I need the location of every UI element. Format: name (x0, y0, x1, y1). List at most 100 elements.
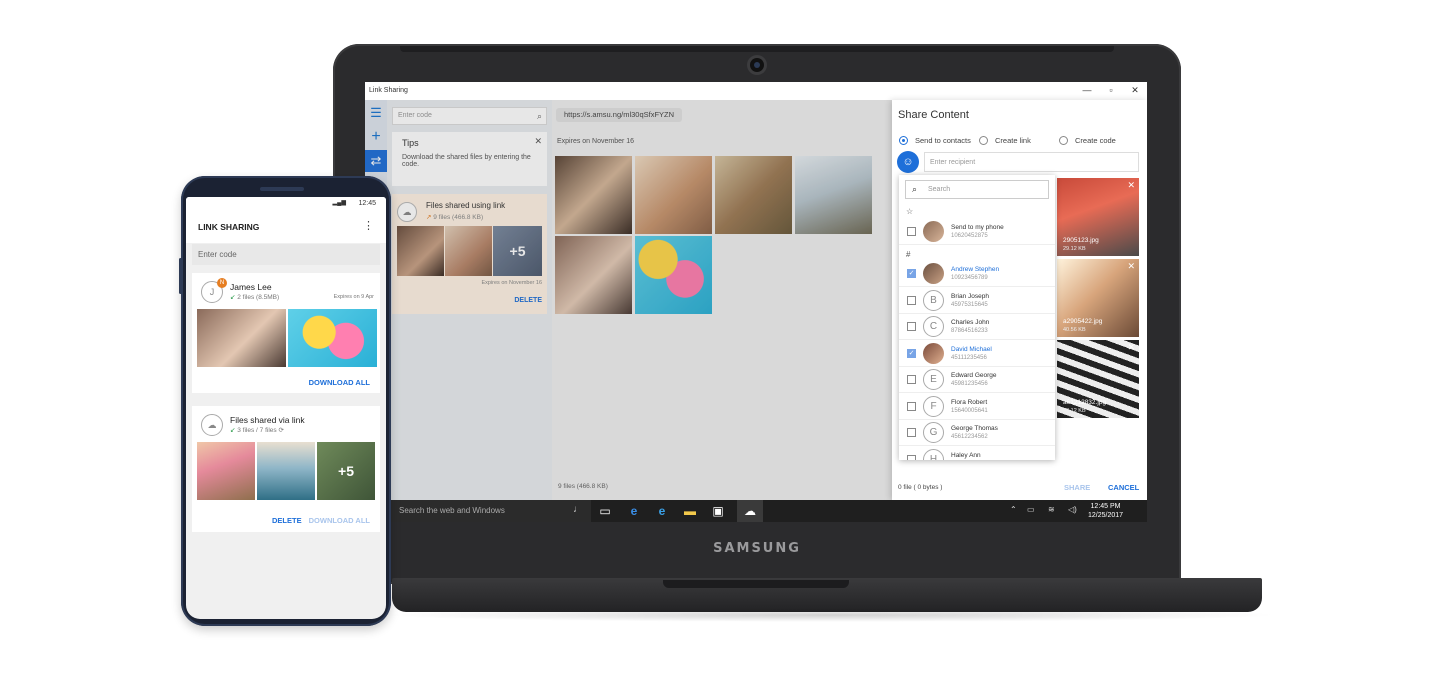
lid-hinge (400, 46, 1114, 52)
photo-thumb[interactable] (288, 309, 377, 367)
radio[interactable] (1059, 136, 1068, 145)
option-send-to-contacts[interactable]: Send to contacts (899, 136, 971, 145)
sender-name: James Lee (230, 282, 272, 292)
avatar (923, 263, 944, 284)
contact-checkbox[interactable]: ✓ (907, 348, 916, 358)
add-contact-icon[interactable]: ☺ (897, 151, 919, 173)
received-expires: Expires on 9 Apr (333, 294, 374, 300)
remove-file-icon[interactable]: ✕ (1127, 261, 1135, 272)
phone-app-title: LINK SHARING (198, 222, 260, 232)
delete-button[interactable]: DELETE (272, 516, 302, 525)
internet-explorer-icon[interactable]: e (654, 503, 670, 519)
share-panel-title: Share Content (898, 109, 969, 121)
contact-name: George Thomas (951, 425, 998, 432)
microphone-icon[interactable]: ♩ (573, 504, 583, 515)
avatar: C (923, 316, 944, 337)
photo-thumb[interactable] (257, 442, 315, 500)
contact-checkbox[interactable] (907, 454, 916, 460)
sent-card[interactable]: ☁ Files shared via link ↙ 3 files / 7 fi… (192, 406, 380, 532)
wifi-icon[interactable]: ≋ (1048, 505, 1055, 514)
contact-number: 15640005641 (951, 407, 988, 414)
contact-row[interactable]: E Edward George 45981235456 (899, 367, 1055, 393)
selected-file[interactable]: ✕ a2905422.jpg 40.56 KB (1057, 259, 1139, 337)
contact-name: Brian Joseph (951, 292, 989, 300)
recipient-input[interactable]: Enter recipient (924, 152, 1139, 172)
option-label: Create link (995, 136, 1031, 145)
contact-checkbox[interactable] (907, 375, 916, 384)
taskbar-clock[interactable]: 12:45 PM 12/25/2017 (1088, 502, 1123, 520)
contact-number: 45612234562 (951, 434, 988, 440)
webcam (750, 58, 764, 72)
battery-icon[interactable]: ▭ (1027, 505, 1035, 514)
minimize-button[interactable]: — (1077, 85, 1097, 95)
contact-number: 45981235456 (951, 381, 988, 387)
edge-icon[interactable]: e (626, 503, 642, 519)
phone-code-input[interactable]: Enter code (192, 244, 380, 265)
sent-sub: ↙ 3 files / 7 files ⟳ (230, 426, 284, 434)
volume-icon[interactable]: ◁) (1068, 505, 1077, 514)
share-button[interactable]: SHARE (1064, 483, 1090, 492)
favorites-header: ☆ (906, 207, 914, 216)
cancel-button[interactable]: CANCEL (1108, 483, 1139, 492)
all-contacts-header: # (906, 250, 911, 259)
brand-logo: SAMSUNG (713, 541, 801, 556)
contact-row[interactable]: F Flora Robert 15640005641 (899, 394, 1055, 420)
contact-name: Flora Robert (951, 398, 988, 406)
option-label: Send to contacts (915, 136, 971, 145)
laptop-shadow (380, 608, 1280, 622)
contact-row[interactable]: Send to my phone 10620452875 (899, 219, 1055, 245)
contact-row[interactable]: C Charles John 87864516233 (899, 314, 1055, 340)
contact-row[interactable]: ✓ David Michael 45111235456 (899, 341, 1055, 367)
download-all-button[interactable]: DOWNLOAD ALL (309, 516, 370, 525)
remove-file-icon[interactable]: ✕ (1127, 342, 1135, 353)
radio-selected[interactable] (899, 136, 908, 145)
avatar (923, 221, 944, 242)
download-all-button[interactable]: DOWNLOAD ALL (309, 378, 370, 387)
taskbar-search[interactable]: Search the web and Windows ♩ (391, 500, 591, 522)
selected-file[interactable]: ✕ 2905123.jpg 29.12 KB (1057, 178, 1139, 256)
option-create-link[interactable]: Create link (979, 136, 1031, 145)
taskbar-search-placeholder: Search the web and Windows (399, 506, 505, 515)
file-name: 2905123.jpg (1063, 237, 1099, 244)
contacts-dropdown: ⌕ Search ☆ Send to my phone 10620452875 … (899, 175, 1055, 460)
store-icon[interactable]: ▣ (710, 503, 726, 519)
received-card[interactable]: J N James Lee ↙ 2 files (8.5MB) Expires … (192, 273, 380, 393)
contact-row[interactable]: H Haley Ann (899, 447, 1055, 460)
window-title: Link Sharing (369, 87, 408, 94)
remove-file-icon[interactable]: ✕ (1127, 180, 1135, 191)
radio[interactable] (979, 136, 988, 145)
dim-overlay (365, 100, 892, 500)
maximize-button[interactable]: ▫ (1101, 85, 1121, 95)
more-options-icon[interactable]: ⋮ (363, 219, 374, 232)
avatar: B (923, 289, 944, 311)
contact-checkbox[interactable]: ✓ (907, 269, 916, 278)
photo-thumb[interactable] (197, 442, 255, 500)
phone-app-bar: LINK SHARING ⋮ (186, 209, 386, 243)
contact-checkbox[interactable] (907, 428, 916, 437)
selected-file[interactable]: ✕ a61212832.jpg 78.12 KB (1057, 340, 1139, 418)
contact-number: 45111235456 (951, 354, 987, 361)
contact-checkbox[interactable] (907, 295, 916, 305)
photo-thumb[interactable] (197, 309, 286, 367)
file-name: a2905422.jpg (1063, 318, 1103, 325)
file-explorer-icon[interactable]: ▬ (682, 503, 698, 519)
contact-checkbox[interactable] (907, 322, 916, 331)
phone-status-bar: ▂▄▆ 12:45 (186, 197, 386, 209)
contact-checkbox[interactable] (907, 227, 916, 236)
contact-row[interactable]: ✓ Andrew Stephen 10923456789 (899, 261, 1055, 287)
avatar (923, 342, 944, 364)
laptop-screen: Link Sharing — ▫ ✕ ☰ + ⇄ Enter code ⌕ Ti… (365, 82, 1147, 522)
contact-row[interactable]: B Brian Joseph 45975315645 (899, 288, 1055, 314)
contact-search-input[interactable]: ⌕ Search (905, 180, 1049, 199)
selection-summary: 0 file ( 0 bytes ) (898, 484, 943, 491)
sent-sub-text: 3 files / 7 files (237, 427, 277, 434)
task-view-icon[interactable]: ▭ (597, 503, 613, 519)
contact-row[interactable]: G George Thomas 45612234562 (899, 420, 1055, 446)
signal-icon: ▂▄▆ (332, 200, 346, 206)
contact-checkbox[interactable] (907, 401, 916, 411)
chevron-up-icon[interactable]: ⌃ (1010, 505, 1017, 514)
contact-name: Edward George (951, 372, 997, 379)
option-create-code[interactable]: Create code (1059, 136, 1116, 145)
link-sharing-taskbar-icon[interactable]: ☁ (737, 500, 763, 522)
close-button[interactable]: ✕ (1125, 85, 1145, 96)
